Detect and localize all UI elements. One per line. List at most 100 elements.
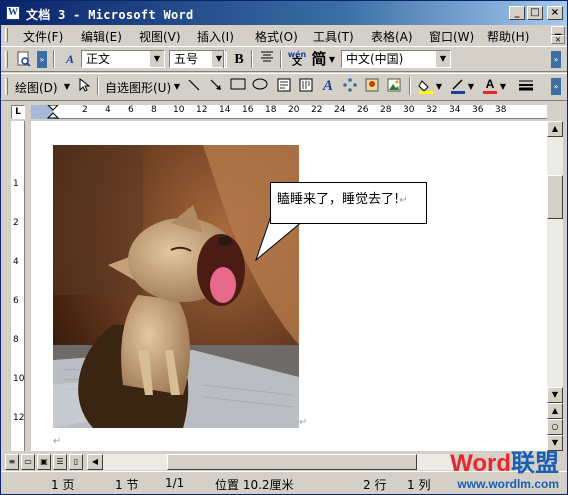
menu-window[interactable]: 窗口(W) — [429, 28, 474, 45]
menu-file[interactable]: 文件(F) — [23, 28, 63, 45]
menu-edit[interactable]: 编辑(E) — [81, 28, 122, 45]
watermark-url: www.wordlm.com — [457, 477, 559, 491]
doc-close-icon[interactable]: × — [551, 35, 565, 44]
doc-minimize-icon[interactable]: ▁ — [551, 26, 565, 35]
draw-menu-button[interactable]: 绘图(D) — [15, 79, 58, 96]
print-layout-view-icon[interactable]: ▣ — [37, 454, 51, 470]
scroll-down-button[interactable]: ▼ — [547, 387, 563, 403]
style-combo[interactable]: 正文 ▼ — [81, 50, 165, 68]
web-layout-view-icon[interactable]: ▭ — [21, 454, 35, 470]
status-position: 位置 10.2厘米 — [215, 478, 294, 492]
language-value: 中文(中国) — [346, 52, 404, 66]
style-dropdown-icon[interactable]: ▼ — [150, 51, 164, 67]
scroll-left-button[interactable]: ◀ — [87, 454, 103, 470]
scroll-thumb[interactable] — [547, 175, 563, 219]
menu-bar: 文件(F) 编辑(E) 视图(V) 插入(I) 格式(O) 工具(T) 表格(A… — [1, 25, 567, 45]
menu-help[interactable]: 帮助(H) — [487, 28, 529, 45]
styles-pane-icon[interactable]: A — [61, 51, 79, 68]
ruler-tick: 12 — [196, 105, 208, 115]
toolbar-grip[interactable] — [5, 51, 8, 68]
font-size-combo[interactable]: 五号 ▼ — [169, 50, 227, 68]
tab-selector-button[interactable]: L — [11, 105, 25, 119]
wordart-icon[interactable]: A — [319, 78, 337, 95]
line-color-icon[interactable] — [449, 78, 467, 95]
toolbar-separator — [53, 50, 55, 68]
reading-layout-view-icon[interactable]: ▯ — [69, 454, 83, 470]
draw-dropdown-icon[interactable]: ▼ — [63, 78, 71, 95]
ruler-tick: 36 — [472, 105, 484, 115]
previous-page-button[interactable]: ▲ — [547, 403, 563, 419]
font-size-value: 五号 — [174, 52, 199, 66]
callout-text: 瞌睡来了，睡觉去了! — [277, 192, 400, 207]
line-tool-icon[interactable] — [185, 78, 203, 95]
autoshapes-dropdown-icon[interactable]: ▼ — [173, 78, 181, 95]
menu-tools[interactable]: 工具(T) — [313, 28, 354, 45]
select-objects-icon[interactable] — [75, 77, 93, 95]
toolbar-overflow-icon[interactable]: » — [37, 51, 47, 68]
phonetic-guide-icon[interactable]: wén 文 — [286, 51, 308, 68]
yawning-puppy-photo[interactable] — [53, 145, 299, 428]
arrow-tool-icon[interactable] — [207, 78, 225, 95]
rectangle-tool-icon[interactable] — [229, 78, 247, 95]
title-bar[interactable]: W 文档 3 - Microsoft Word _ □ × — [1, 1, 567, 25]
horizontal-scroll-track[interactable] — [103, 454, 453, 470]
language-combo[interactable]: 中文(中国) ▼ — [341, 50, 451, 68]
word-window: W 文档 3 - Microsoft Word _ □ × 文件(F) 编辑(E… — [0, 0, 568, 495]
toolbar-overflow-icon[interactable]: » — [551, 78, 561, 95]
select-browse-object-button[interactable]: ○ — [547, 419, 563, 435]
ruler-tick: 6 — [128, 105, 134, 115]
line-style-icon[interactable] — [517, 78, 535, 95]
menu-view[interactable]: 视图(V) — [139, 28, 181, 45]
document-canvas[interactable]: 瞌睡来了，睡觉去了!↵ ↵ ↵ — [31, 121, 547, 451]
autoshapes-button[interactable]: 自选图形(U) — [105, 79, 171, 96]
menu-table[interactable]: 表格(A) — [371, 28, 413, 45]
indent-marker-icon[interactable] — [47, 105, 59, 119]
horizontal-scroll-thumb[interactable] — [167, 454, 417, 470]
paragraph-mark: ↵ — [53, 436, 62, 447]
clip-art-icon[interactable] — [363, 78, 381, 95]
outline-view-icon[interactable]: ☰ — [53, 454, 67, 470]
vertical-ruler[interactable]: 1 2 4 6 8 10 12 — [11, 121, 25, 451]
word-app-icon[interactable]: W — [6, 6, 20, 20]
vertical-scrollbar[interactable]: ▲ ▼ ▲ ○ ▼ — [547, 121, 563, 451]
scroll-up-button[interactable]: ▲ — [547, 121, 563, 137]
insert-picture-icon[interactable] — [385, 78, 403, 95]
ruler-tick: 4 — [105, 105, 111, 115]
vertical-text-box-icon[interactable] — [297, 78, 315, 95]
align-center-icon[interactable] — [258, 51, 276, 68]
ruler-tick: 22 — [311, 105, 323, 115]
ruler-tick: 4 — [13, 257, 19, 267]
fill-color-dropdown-icon[interactable]: ▼ — [435, 78, 443, 95]
chinese-conversion-dropdown-icon[interactable]: ▼ — [328, 51, 336, 68]
ruler-tick: 10 — [13, 374, 25, 384]
style-value: 正文 — [86, 52, 111, 66]
ruler-tick: 32 — [426, 105, 438, 115]
toolbar-separator — [251, 50, 253, 68]
horizontal-ruler[interactable]: 2 4 6 8 10 12 14 16 18 20 22 24 26 28 30… — [31, 105, 547, 119]
fill-color-icon[interactable] — [417, 78, 435, 95]
normal-view-icon[interactable]: ≡ — [5, 454, 19, 470]
toolbar-overflow-icon[interactable]: » — [551, 51, 561, 68]
toolbar-grip[interactable] — [5, 78, 8, 95]
ruler-tick: 8 — [13, 335, 19, 345]
font-color-dropdown-icon[interactable]: ▼ — [499, 78, 507, 95]
toolbar-separator — [409, 77, 411, 95]
oval-tool-icon[interactable] — [251, 78, 269, 95]
maximize-button[interactable]: □ — [527, 6, 543, 20]
minimize-button[interactable]: _ — [509, 6, 525, 20]
menubar-grip[interactable] — [5, 28, 8, 42]
menu-format[interactable]: 格式(O) — [255, 28, 298, 45]
print-preview-icon[interactable] — [15, 51, 33, 68]
speech-callout[interactable]: 瞌睡来了，睡觉去了!↵ — [270, 182, 427, 224]
line-color-dropdown-icon[interactable]: ▼ — [467, 78, 475, 95]
simplified-chinese-button[interactable]: 简 — [310, 51, 328, 68]
close-button[interactable]: × — [547, 6, 563, 20]
menu-insert[interactable]: 插入(I) — [197, 28, 234, 45]
ruler-tick: 30 — [403, 105, 415, 115]
diagram-icon[interactable] — [341, 78, 359, 95]
font-color-icon[interactable]: A — [481, 78, 499, 95]
bold-button[interactable]: B — [230, 51, 248, 68]
language-dropdown-icon[interactable]: ▼ — [436, 51, 450, 67]
text-box-icon[interactable] — [275, 78, 293, 95]
status-line: 2 行 — [363, 478, 387, 492]
